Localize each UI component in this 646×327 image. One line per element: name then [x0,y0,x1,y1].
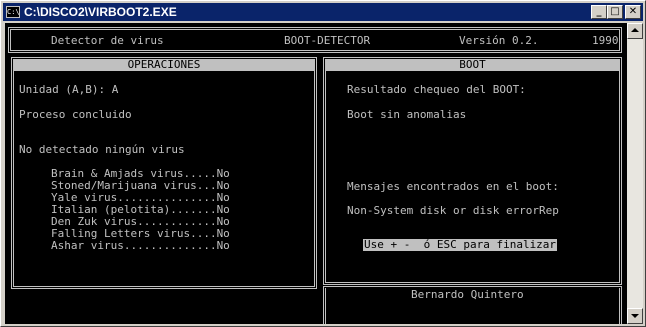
operaciones-frame-line [314,59,315,287]
boot-frame-line [325,282,620,283]
boot-frame-line [323,284,622,285]
unidad-text: Unidad (A,B): A [19,83,119,96]
boot-result-value: Boot sin anomalias [347,108,467,121]
header-frame-line [8,52,622,53]
console-window: C:\ C:\DISCO2\VIRBOOT2.EXE _ □ ✕ Detecto… [0,0,646,327]
header-program-name: BOOT-DETECTOR [284,34,371,47]
boot-messages-label: Mensajes encontrados en el boot: [347,180,559,193]
command-prompt-icon[interactable]: C:\ [6,6,20,18]
title-bar[interactable]: C:\ C:\DISCO2\VIRBOOT2.EXE _ □ ✕ [3,3,643,21]
operaciones-frame-line [13,286,315,287]
boot-result-label: Resultado chequeo del BOOT: [347,83,526,96]
header-frame-line [8,27,622,28]
header-version: Versión 0.2. [459,34,539,47]
exit-hint: Use + - ó ESC para finalizar [363,238,558,251]
scroll-down-button[interactable] [627,308,643,324]
header-frame-line [10,50,620,51]
header-app-name: Detector de virus [51,34,164,47]
footer-frame-line [323,286,324,324]
header-frame-line [621,27,622,53]
boot-frame-line [323,57,324,285]
proceso-text: Proceso concluido [19,108,132,121]
footer-frame-line [323,286,622,287]
virus-check-row: Ashar virus..............No [51,239,230,252]
scroll-up-button[interactable] [627,23,643,39]
console-screen[interactable]: Detector de virus BOOT-DETECTOR Versión … [5,23,627,324]
operaciones-title: OPERACIONES [14,59,314,71]
boot-title: BOOT [326,59,619,71]
boot-frame-line [325,59,326,283]
close-button[interactable]: ✕ [625,5,641,19]
window-title: C:\DISCO2\VIRBOOT2.EXE [24,5,177,19]
header-year: 1990 [592,34,619,47]
boot-frame-line [619,59,620,283]
vertical-scrollbar[interactable] [627,23,643,324]
footer-frame-line [325,288,326,324]
footer-frame-line [619,288,620,324]
minimize-button[interactable]: _ [591,5,607,19]
author-name: Bernardo Quintero [411,288,524,301]
maximize-button[interactable]: □ [607,5,623,19]
footer-frame-line [621,286,622,324]
header-frame-line [8,27,9,53]
boot-frame-line [621,57,622,285]
header-frame-line [10,29,11,51]
operaciones-frame-line [11,57,12,289]
scan-result-text: No detectado ningún virus [19,143,185,156]
header-frame-line [10,29,620,30]
operaciones-frame-line [13,59,14,287]
operaciones-frame-line [11,288,317,289]
boot-message-text: Non-System disk or disk errorRep [347,204,559,217]
operaciones-frame-line [316,57,317,289]
header-frame-line [619,29,620,51]
